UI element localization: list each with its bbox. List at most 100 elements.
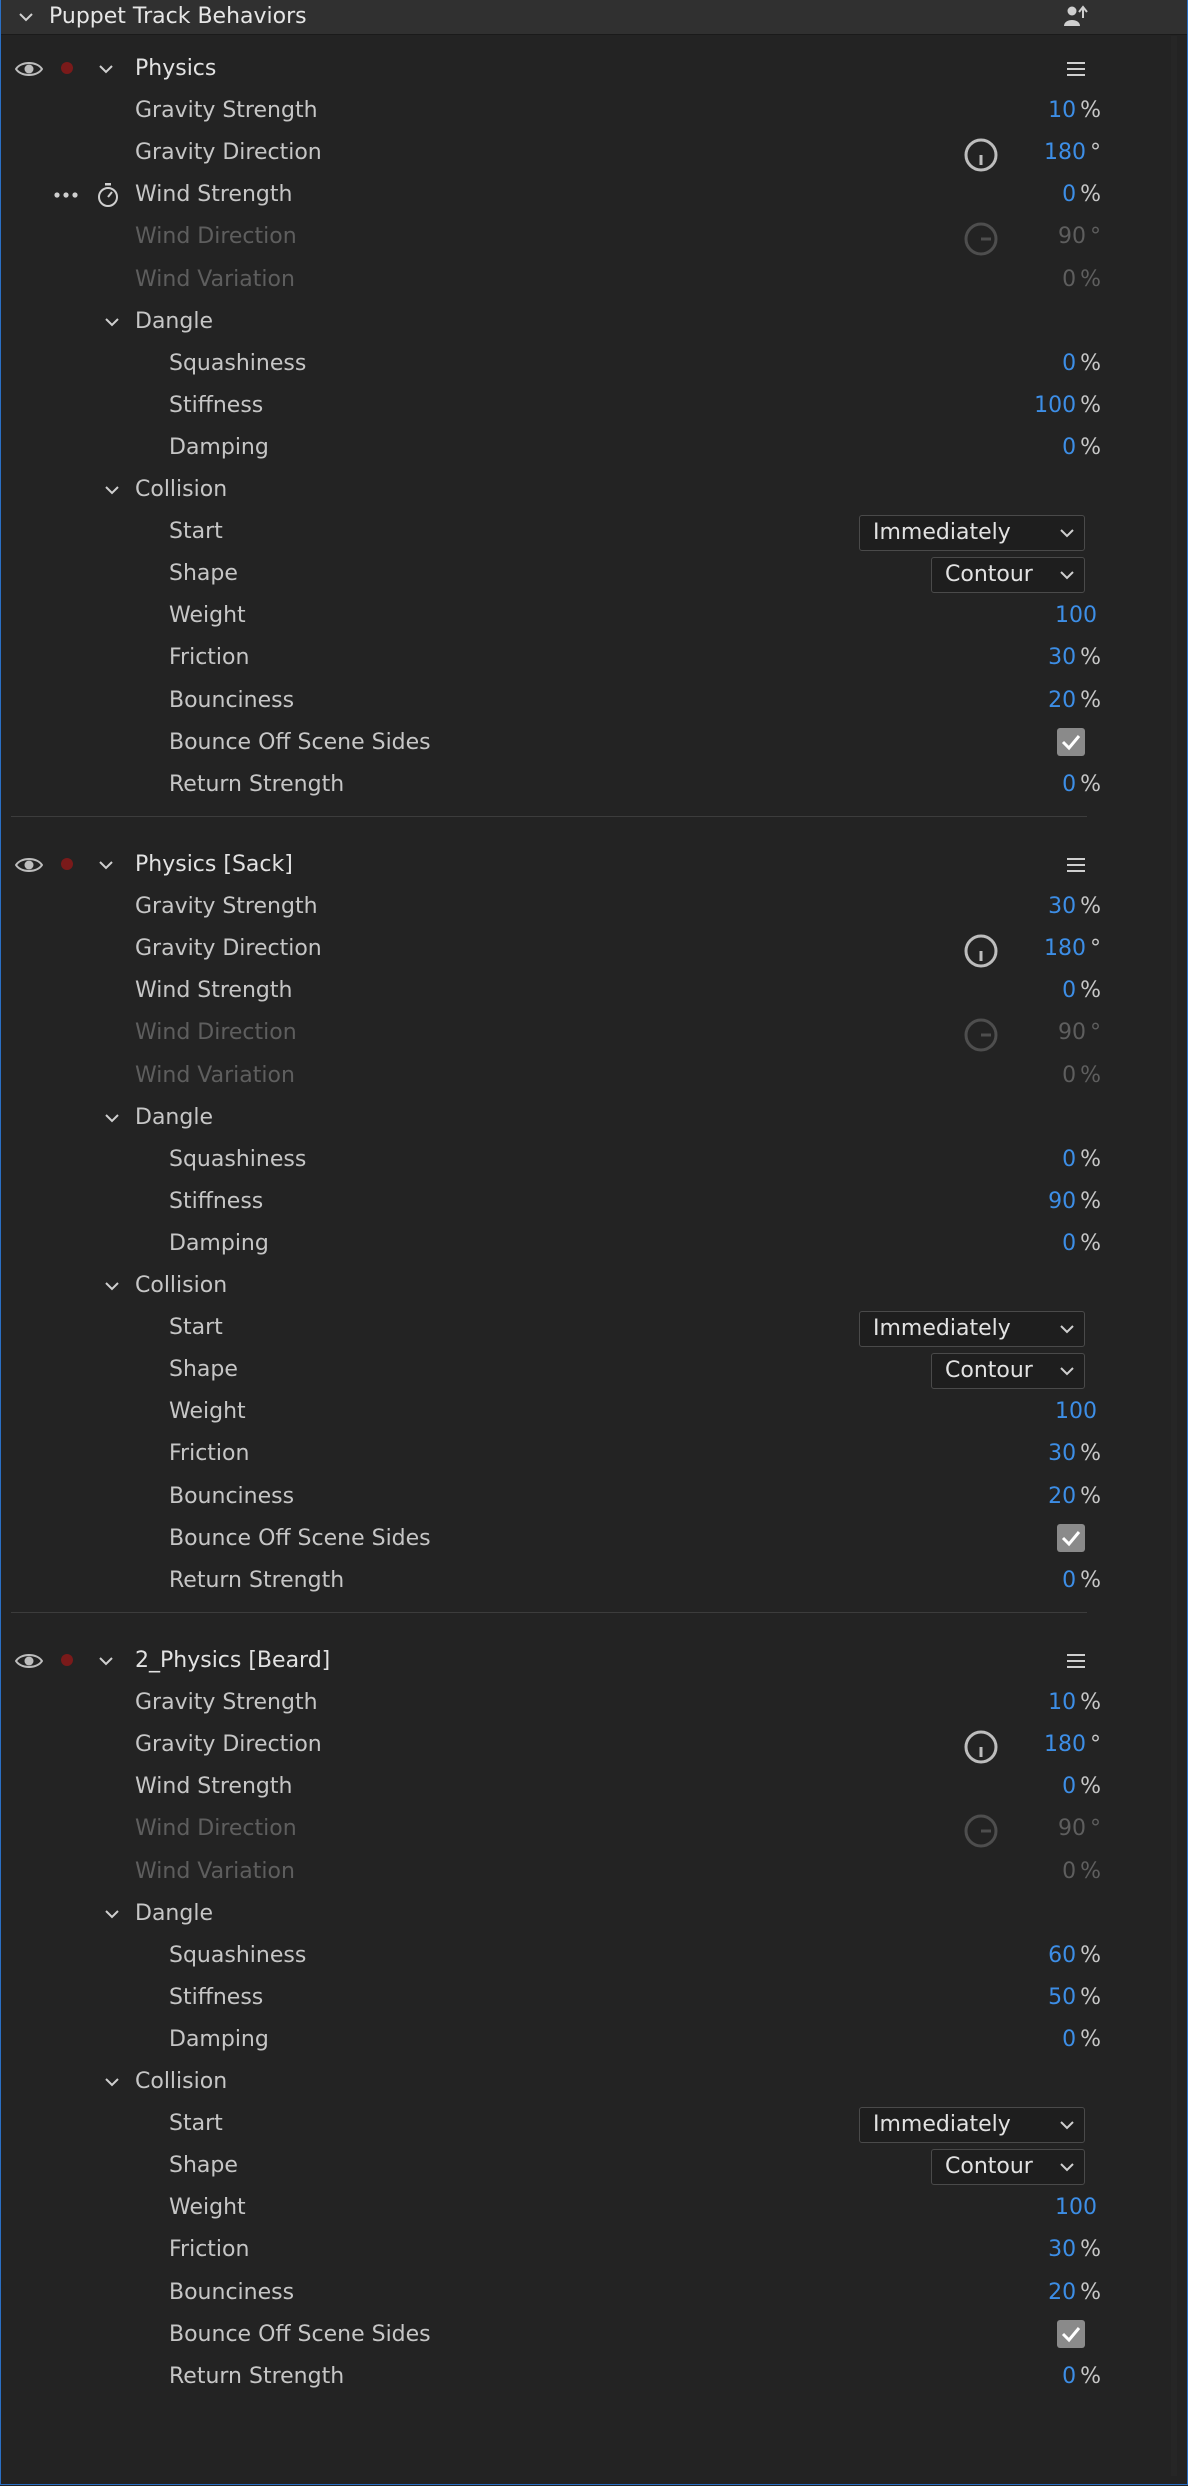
param-value[interactable]: 60% [901, 1941, 1101, 1971]
shape-dropdown[interactable]: Contour [931, 2149, 1085, 2186]
param-row-wind-direction[interactable]: Wind Direction 90 ° [1, 216, 1101, 258]
chevron-down-icon[interactable] [15, 6, 37, 28]
param-value[interactable]: 90 ° [901, 1018, 1101, 1048]
value-number[interactable]: 0 [1062, 182, 1076, 207]
start-dropdown[interactable]: Immediately [859, 515, 1085, 552]
value-number[interactable]: 0 [1062, 267, 1076, 292]
param-row[interactable]: Damping 0% [1, 1223, 1101, 1265]
param-row-shape[interactable]: Shape Contour [1, 2145, 1101, 2187]
panel-header[interactable]: Puppet Track Behaviors [1, 0, 1187, 35]
record-icon[interactable] [61, 1654, 73, 1666]
param-value[interactable]: 10% [901, 1688, 1101, 1718]
bounce-checkbox[interactable] [1057, 1523, 1085, 1552]
behavior-header-row[interactable]: Physics [Sack] [1, 844, 1101, 886]
value-number[interactable]: 0 [1062, 1231, 1076, 1256]
behavior-header-row[interactable]: 2_Physics [Beard] [1, 1640, 1101, 1682]
hamburger-menu-icon[interactable] [1065, 60, 1087, 78]
value-number[interactable]: 90 [1058, 1816, 1086, 1841]
param-value[interactable]: 90 ° [901, 222, 1101, 252]
hamburger-menu-icon[interactable] [1065, 856, 1087, 874]
value-number[interactable]: 0 [1062, 351, 1076, 376]
param-row-start[interactable]: Start Immediately [1, 2103, 1101, 2145]
param-value[interactable]: 90% [901, 1187, 1101, 1217]
value-number[interactable]: 100 [1055, 603, 1097, 628]
param-row-wind-strength[interactable]: Wind Strength 0% [1, 174, 1101, 216]
param-row[interactable]: Squashiness 60% [1, 1935, 1101, 1977]
value-number[interactable]: 90 [1058, 1020, 1086, 1045]
param-row-return-strength[interactable]: Return Strength 0% [1, 764, 1101, 806]
param-value[interactable]: 0% [901, 1145, 1101, 1175]
value-number[interactable]: 50 [1048, 1985, 1076, 2010]
param-row[interactable]: Stiffness 90% [1, 1181, 1101, 1223]
param-value[interactable]: 180 ° [901, 934, 1101, 964]
param-value[interactable]: 50% [901, 1983, 1101, 2013]
start-dropdown[interactable]: Immediately [859, 1311, 1085, 1348]
param-row-gravity-strength[interactable]: Gravity Strength 10% [1, 90, 1101, 132]
param-value[interactable]: 180 ° [901, 138, 1101, 168]
param-value[interactable]: 0% [901, 1229, 1101, 1259]
value-number[interactable]: 20 [1048, 1484, 1076, 1509]
value-number[interactable]: 60 [1048, 1943, 1076, 1968]
param-row-wind-variation[interactable]: Wind Variation 0% [1, 1851, 1101, 1893]
param-row-shape[interactable]: Shape Contour [1, 553, 1101, 595]
param-value[interactable]: 180 ° [901, 1730, 1101, 1760]
value-number[interactable]: 10 [1048, 98, 1076, 123]
param-row-wind-direction[interactable]: Wind Direction 90 ° [1, 1808, 1101, 1850]
param-row-start[interactable]: Start Immediately [1, 1307, 1101, 1349]
param-value[interactable]: 20% [901, 686, 1101, 716]
param-row-gravity-direction[interactable]: Gravity Direction 180 ° [1, 132, 1101, 174]
param-value[interactable]: 100 [901, 2193, 1101, 2223]
param-row-bounce-off-scene-sides[interactable]: Bounce Off Scene Sides [1, 722, 1101, 764]
chevron-down-icon[interactable] [101, 311, 123, 333]
eye-icon[interactable] [15, 854, 43, 876]
param-row[interactable]: Weight 100 [1, 595, 1101, 637]
value-number[interactable]: 100 [1034, 393, 1076, 418]
shape-dropdown[interactable]: Contour [931, 1353, 1085, 1390]
param-value[interactable]: 0% [901, 2025, 1101, 2055]
param-value[interactable]: 0% [901, 1566, 1101, 1596]
param-value[interactable]: 0% [901, 1772, 1101, 1802]
param-row[interactable]: Stiffness 100% [1, 385, 1101, 427]
value-number[interactable]: 0 [1062, 1147, 1076, 1172]
param-value[interactable]: 0% [901, 976, 1101, 1006]
param-row-wind-strength[interactable]: Wind Strength 0% [1, 1766, 1101, 1808]
value-number[interactable]: 0 [1062, 2027, 1076, 2052]
chevron-down-icon[interactable] [101, 1107, 123, 1129]
param-row-gravity-direction[interactable]: Gravity Direction 180 ° [1, 928, 1101, 970]
param-value[interactable]: 0% [901, 265, 1101, 295]
value-number[interactable]: 0 [1062, 978, 1076, 1003]
param-value[interactable]: 100 [901, 1397, 1101, 1427]
value-number[interactable]: 0 [1062, 1063, 1076, 1088]
value-number[interactable]: 20 [1048, 688, 1076, 713]
value-number[interactable]: 90 [1058, 224, 1086, 249]
value-number[interactable]: 30 [1048, 645, 1076, 670]
param-row-gravity-strength[interactable]: Gravity Strength 10% [1, 1682, 1101, 1724]
chevron-down-icon[interactable] [101, 2071, 123, 2093]
param-row[interactable]: Weight 100 [1, 2187, 1101, 2229]
record-icon[interactable] [61, 858, 73, 870]
param-row[interactable]: Friction 30% [1, 2229, 1101, 2271]
param-row[interactable]: Squashiness 0% [1, 343, 1101, 385]
value-number[interactable]: 30 [1048, 2237, 1076, 2262]
param-value[interactable]: 30% [901, 892, 1101, 922]
collision-group-header[interactable]: Collision [1, 2061, 1101, 2103]
param-row-gravity-strength[interactable]: Gravity Strength 30% [1, 886, 1101, 928]
eye-icon[interactable] [15, 58, 43, 80]
chevron-down-icon[interactable] [101, 479, 123, 501]
value-number[interactable]: 30 [1048, 1441, 1076, 1466]
value-number[interactable]: 10 [1048, 1690, 1076, 1715]
param-row-bounce-off-scene-sides[interactable]: Bounce Off Scene Sides [1, 1518, 1101, 1560]
value-number[interactable]: 0 [1062, 772, 1076, 797]
collision-group-header[interactable]: Collision [1, 469, 1101, 511]
param-value[interactable]: 100 [901, 601, 1101, 631]
param-value[interactable]: 0% [901, 770, 1101, 800]
chevron-down-icon[interactable] [101, 1275, 123, 1297]
hamburger-menu-icon[interactable] [1065, 1652, 1087, 1670]
value-number[interactable]: 0 [1062, 1568, 1076, 1593]
dangle-group-header[interactable]: Dangle [1, 1893, 1101, 1935]
param-value[interactable]: 90 ° [901, 1814, 1101, 1844]
value-number[interactable]: 180 [1044, 1732, 1086, 1757]
param-row[interactable]: Damping 0% [1, 427, 1101, 469]
param-row-wind-variation[interactable]: Wind Variation 0% [1, 259, 1101, 301]
value-number[interactable]: 0 [1062, 435, 1076, 460]
